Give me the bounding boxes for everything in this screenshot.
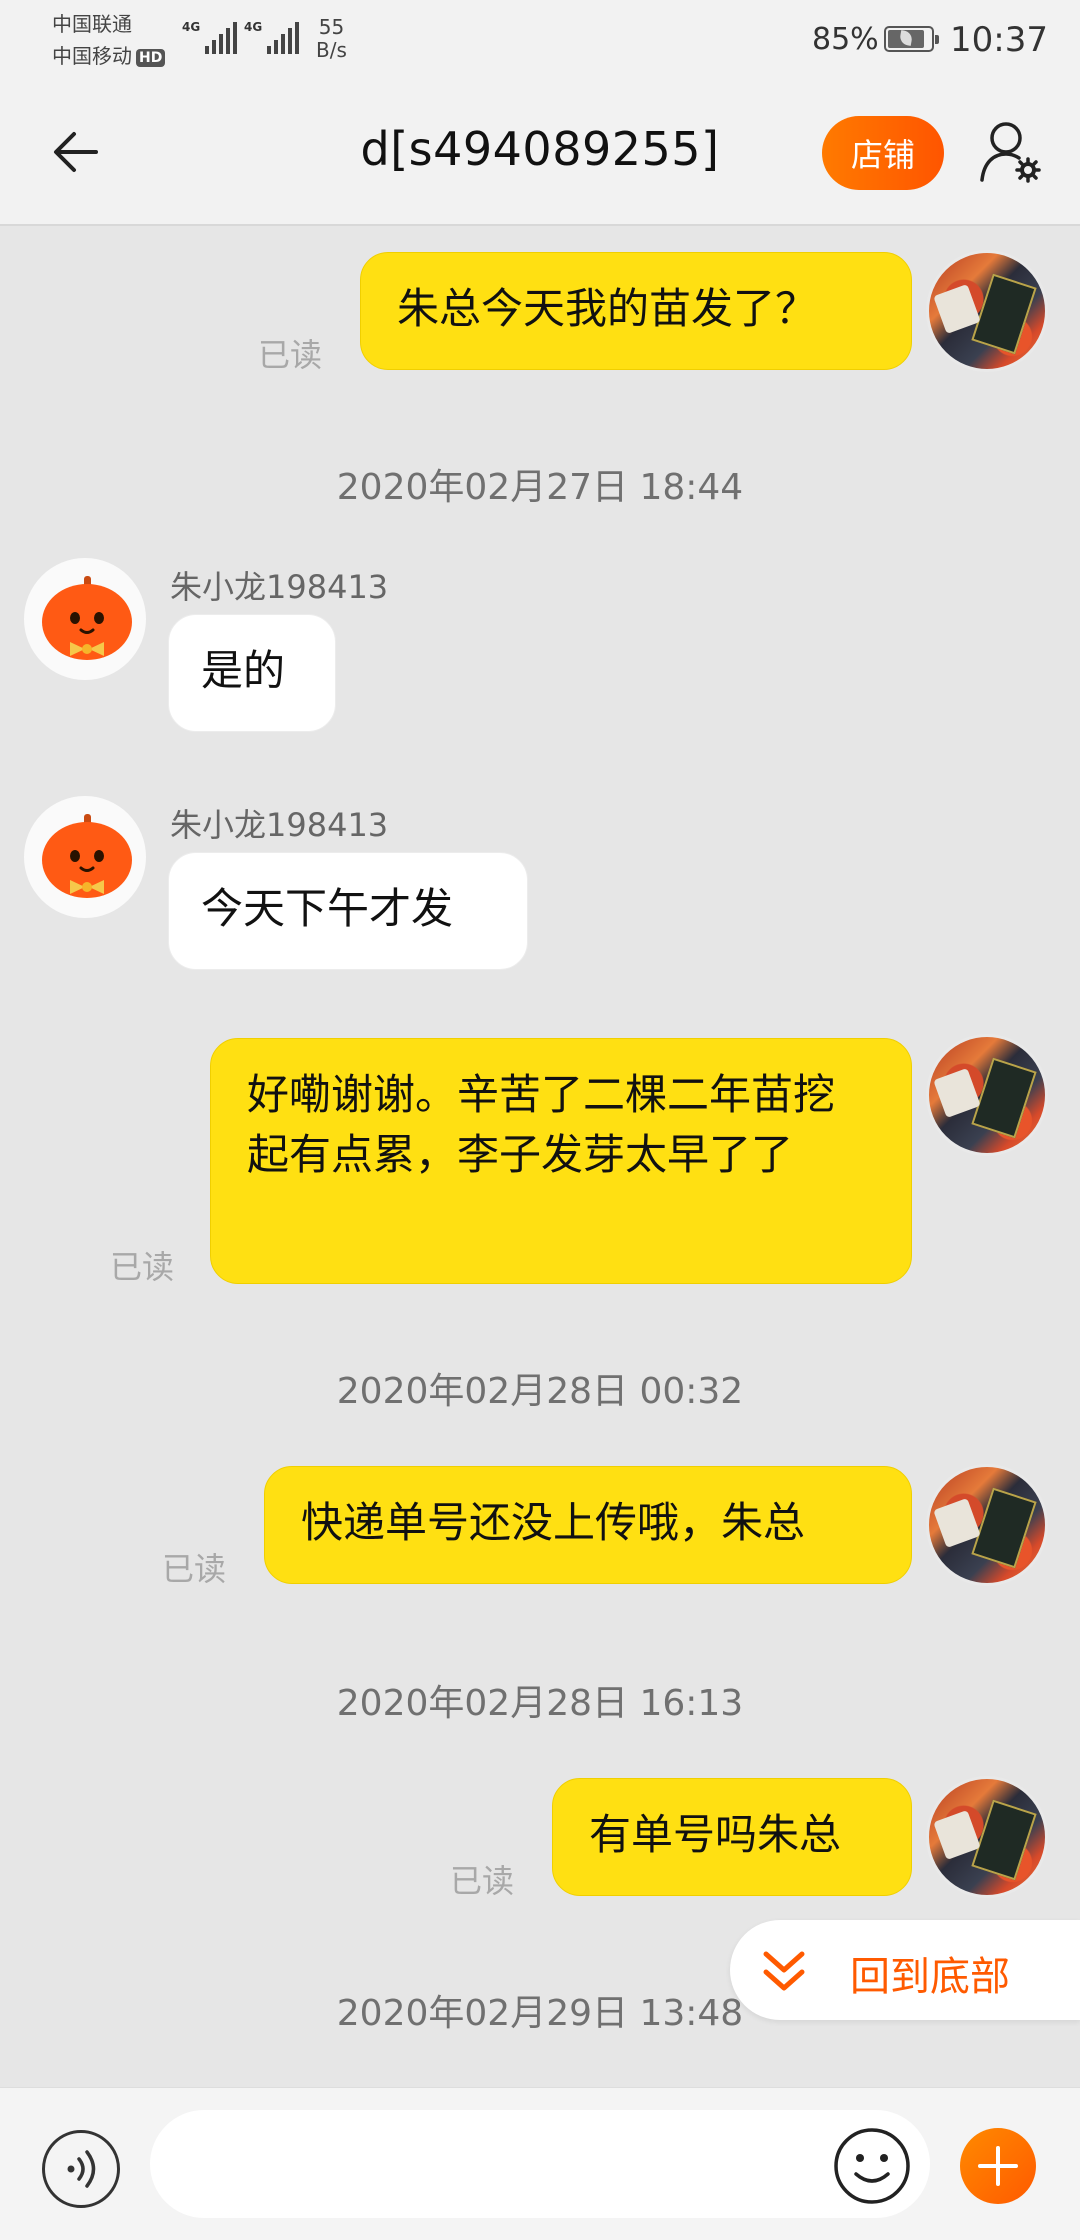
message-input-bar [0, 2087, 1080, 2240]
pumpkin-avatar-icon [42, 814, 132, 898]
network-speed-unit: B/s [316, 38, 347, 62]
contact-nickname: 朱小龙198413 [170, 806, 389, 844]
chat-header: d[s494089255] 店铺 [0, 80, 1080, 226]
contact-avatar[interactable] [24, 558, 146, 680]
clock: 10:37 [950, 20, 1048, 60]
network-speed: 55 B/s [316, 16, 347, 62]
message-timestamp: 2020年02月27日 18:44 [336, 467, 744, 508]
plus-icon [978, 2146, 1018, 2186]
contact-message-bubble[interactable]: 今天下午才发 [168, 852, 528, 970]
signal-icon: 4G [182, 20, 238, 54]
my-avatar[interactable] [926, 1034, 1048, 1156]
network-type: 4G [182, 20, 201, 34]
my-message-bubble[interactable]: 好嘞谢谢。辛苦了二棵二年苗挖起有点累，李子发芽太早了了 [210, 1038, 912, 1284]
contact-avatar[interactable] [24, 796, 146, 918]
contact-message-bubble[interactable]: 是的 [168, 614, 336, 732]
back-to-bottom-button[interactable]: 回到底部 [730, 1920, 1080, 2020]
message-timestamp: 2020年02月28日 16:13 [336, 1683, 744, 1724]
read-status: 已读 [450, 1862, 515, 1900]
shop-button[interactable]: 店铺 [822, 116, 944, 190]
user-settings-icon [980, 122, 1041, 183]
user-settings-button[interactable] [978, 116, 1042, 186]
more-options-button[interactable] [960, 2128, 1036, 2204]
status-bar: 中国联通 中国移动 HD 4G 4G 55 B/s 85% 10:37 [0, 0, 1080, 80]
pumpkin-avatar-icon [42, 576, 132, 660]
message-timestamp: 2020年02月28日 00:32 [336, 1371, 744, 1412]
network-type: 4G [244, 20, 263, 34]
carrier-name: 中国联通 [52, 12, 132, 36]
double-chevron-down-icon [763, 1951, 805, 1991]
contact-nickname: 朱小龙198413 [170, 568, 389, 606]
my-message-bubble[interactable]: 朱总今天我的苗发了？ [360, 252, 912, 370]
my-avatar[interactable] [926, 1776, 1048, 1898]
arrow-left-icon [54, 132, 98, 172]
carrier-name-text: 中国移动 [52, 44, 132, 68]
my-avatar[interactable] [926, 250, 1048, 372]
voice-icon [67, 2150, 96, 2188]
read-status: 已读 [110, 1248, 175, 1286]
hd-badge: HD [136, 48, 166, 67]
read-status: 已读 [162, 1550, 227, 1588]
back-to-bottom-label: 回到底部 [850, 1954, 1010, 2000]
emoji-button[interactable] [832, 2126, 912, 2206]
message-input[interactable] [150, 2110, 930, 2218]
voice-button[interactable] [42, 2130, 120, 2208]
read-status: 已读 [258, 336, 323, 374]
my-message-bubble[interactable]: 快递单号还没上传哦，朱总 [264, 1466, 912, 1584]
signal-icon: 4G [244, 20, 300, 54]
back-button[interactable] [46, 120, 106, 184]
my-message-bubble[interactable]: 有单号吗朱总 [552, 1778, 912, 1896]
battery-percent: 85% [812, 22, 879, 57]
emoji-icon [834, 2128, 910, 2204]
network-speed-value: 55 [318, 15, 345, 39]
carrier-name: 中国移动 HD [52, 44, 166, 68]
page-title: d[s494089255] [360, 122, 720, 176]
my-avatar[interactable] [926, 1464, 1048, 1586]
battery-icon [884, 26, 939, 52]
